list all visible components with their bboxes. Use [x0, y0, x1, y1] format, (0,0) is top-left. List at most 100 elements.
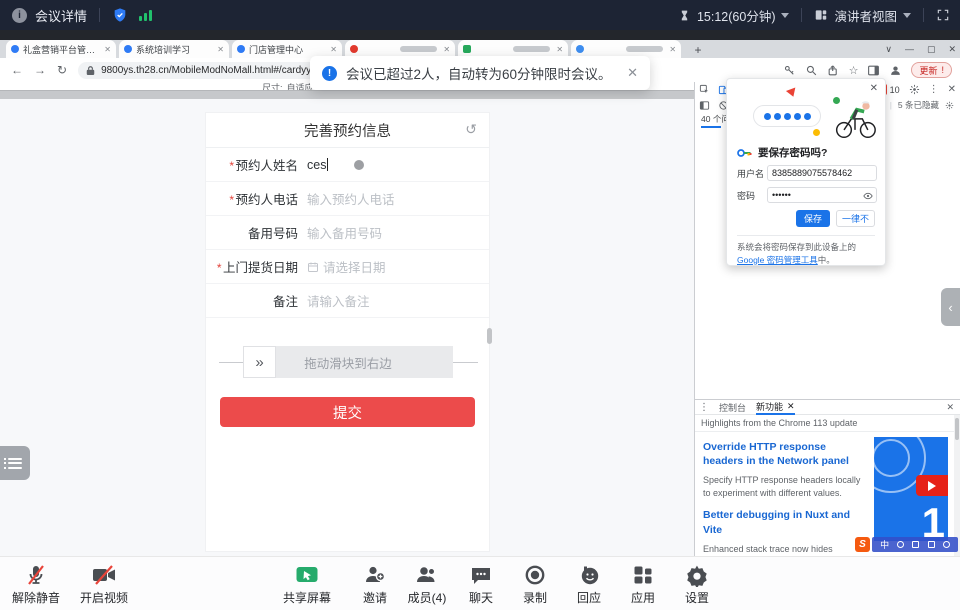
console-sidebar-icon[interactable] [699, 100, 710, 111]
start-video-button[interactable]: 开启视频 [68, 563, 140, 606]
ime-tools-icon[interactable] [943, 541, 950, 548]
zoom-icon[interactable] [805, 64, 818, 77]
devtools-menu-icon[interactable]: ⋮ [929, 84, 939, 95]
tab-close-icon[interactable]: ✕ [330, 45, 337, 54]
drawer-scrollbar[interactable] [954, 415, 960, 556]
security-shield-icon[interactable] [112, 7, 128, 23]
never-save-button[interactable]: 一律不 [836, 210, 875, 227]
bookmark-star-icon[interactable]: ☆ [849, 64, 859, 77]
drawer-close-icon[interactable]: ✕ [946, 402, 954, 413]
tab-close-icon[interactable]: ✕ [104, 45, 111, 54]
form-field-backup-phone[interactable]: 备用号码 输入备用号码 [206, 216, 489, 250]
window-close-icon[interactable]: ✕ [948, 44, 956, 55]
share-icon[interactable] [827, 64, 840, 77]
tab-close-icon[interactable]: ✕ [443, 45, 450, 54]
apps-grid-icon [631, 563, 655, 587]
tab-favicon [576, 45, 584, 53]
form-field-pickup-date[interactable]: *上门提货日期 请选择日期 [206, 250, 489, 284]
side-panel-icon[interactable] [867, 64, 880, 77]
text-cursor [327, 158, 328, 171]
device-mode-ruler [0, 90, 694, 99]
banner-close-icon[interactable]: ✕ [627, 65, 638, 81]
ime-keyboard-icon[interactable] [912, 541, 919, 548]
form-field-name[interactable]: *预约人姓名 ces [206, 148, 489, 182]
settings-button[interactable]: 设置 [661, 563, 733, 606]
phone-input-placeholder[interactable]: 输入预约人电话 [307, 189, 395, 208]
console-settings-icon[interactable] [945, 101, 954, 110]
page-scrollbar-thumb[interactable] [487, 328, 492, 344]
forward-icon[interactable]: → [34, 63, 46, 77]
meeting-topbar: i 会议详情 15:12(60分钟) 演讲者视图 [0, 0, 960, 30]
view-mode-label[interactable]: 演讲者视图 [834, 6, 897, 25]
password-input[interactable]: •••••• [767, 187, 877, 203]
tab-search-icon[interactable]: ∨ [885, 44, 892, 55]
meeting-toolbar: 解除静音 开启视频 共享屏幕 邀请 成员(4) 聊天 录制 [0, 556, 960, 610]
password-manager-link[interactable]: Google 密码管理工具 [737, 255, 818, 265]
slider-handle[interactable]: » [243, 346, 276, 378]
youtube-play-icon[interactable] [916, 475, 948, 496]
mic-muted-icon [24, 563, 48, 587]
name-input-value[interactable]: ces [307, 158, 326, 172]
hourglass-icon [678, 9, 691, 22]
timer-dropdown-icon[interactable] [781, 13, 789, 18]
browser-tab-1[interactable]: 礼盒营销平台管理中心 ✕ [6, 40, 116, 58]
whatsnew-heading-1[interactable]: Override HTTP response headers in the Ne… [703, 440, 861, 468]
tab-favicon [124, 45, 132, 53]
submit-button[interactable]: 提交 [220, 397, 475, 427]
form-title: 完善预约信息 ↺ [206, 113, 489, 148]
form-field-remark[interactable]: 备注 请输入备注 [206, 284, 489, 318]
devtools-close-icon[interactable]: ✕ [948, 84, 956, 95]
tab-whats-new[interactable]: 新功能 ✕ [756, 400, 795, 415]
touch-indicator-dot [354, 160, 364, 170]
devtools-drawer: ⋮ 控制台 新功能 ✕ ✕ Highlights from the Chrome… [695, 399, 960, 556]
unmute-button[interactable]: 解除静音 [0, 563, 72, 606]
view-dropdown-icon[interactable] [903, 13, 911, 18]
list-icon [8, 455, 22, 471]
date-input-placeholder[interactable]: 请选择日期 [323, 257, 386, 276]
ime-language-toggle[interactable]: 中 [880, 538, 889, 551]
window-maximize-icon[interactable]: ▢ [927, 44, 936, 55]
save-password-button[interactable]: 保存 [796, 210, 830, 227]
tab-close-icon[interactable]: ✕ [669, 45, 676, 54]
inspect-element-icon[interactable] [699, 84, 710, 95]
new-tab-button[interactable]: + [690, 42, 706, 58]
meeting-info-icon[interactable]: i [12, 8, 27, 23]
backup-input-placeholder[interactable]: 输入备用号码 [307, 223, 382, 242]
drawer-menu-icon[interactable]: ⋮ [699, 402, 709, 413]
expand-sidebar-handle[interactable]: ‹ [941, 288, 960, 326]
username-input[interactable]: 8385889075578462 [767, 165, 877, 181]
fullscreen-icon[interactable] [936, 8, 950, 22]
tab-close-icon[interactable]: ✕ [787, 401, 795, 412]
reservation-form-card: 完善预约信息 ↺ *预约人姓名 ces *预约人电话 输入预约人电话 备用号码 … [205, 112, 490, 552]
google-key-icon [737, 147, 752, 159]
profile-avatar-icon[interactable] [889, 64, 902, 77]
tab-close-icon[interactable]: ✕ [556, 45, 563, 54]
whatsnew-body-2: Enhanced stack trace now hides irrelevan… [703, 543, 861, 556]
show-password-eye-icon[interactable] [863, 191, 873, 201]
undo-icon[interactable]: ↺ [465, 121, 477, 138]
back-icon[interactable]: ← [11, 63, 23, 77]
share-screen-icon [295, 563, 319, 587]
password-key-icon[interactable] [783, 64, 796, 77]
window-minimize-icon[interactable]: — [905, 44, 914, 54]
tab-console[interactable]: 控制台 [719, 401, 746, 414]
ime-toolbar[interactable]: 中 [872, 537, 958, 552]
calendar-icon [307, 261, 319, 273]
browser-window-frame [0, 30, 960, 40]
share-screen-button[interactable]: 共享屏幕 [271, 563, 343, 606]
tab-favicon [463, 45, 471, 53]
ime-mic-icon[interactable] [897, 541, 904, 548]
whatsnew-heading-2[interactable]: Better debugging in Nuxt and Vite [703, 508, 861, 536]
lock-icon [86, 65, 95, 76]
chrome-update-button[interactable]: 更新 ! [911, 62, 952, 78]
devtools-settings-icon[interactable] [909, 84, 920, 95]
ime-skin-icon[interactable] [928, 541, 935, 548]
browser-tab-2[interactable]: 系统培训学习 ✕ [119, 40, 229, 58]
meeting-list-fab[interactable] [0, 446, 30, 480]
remark-input-placeholder[interactable]: 请输入备注 [307, 291, 370, 310]
whatsnew-body-1: Specify HTTP response headers locally to… [703, 474, 861, 500]
form-field-phone[interactable]: *预约人电话 输入预约人电话 [206, 182, 489, 216]
reload-icon[interactable]: ↻ [57, 63, 67, 77]
tab-close-icon[interactable]: ✕ [217, 45, 224, 54]
sogou-ime-logo[interactable]: S [855, 537, 870, 552]
